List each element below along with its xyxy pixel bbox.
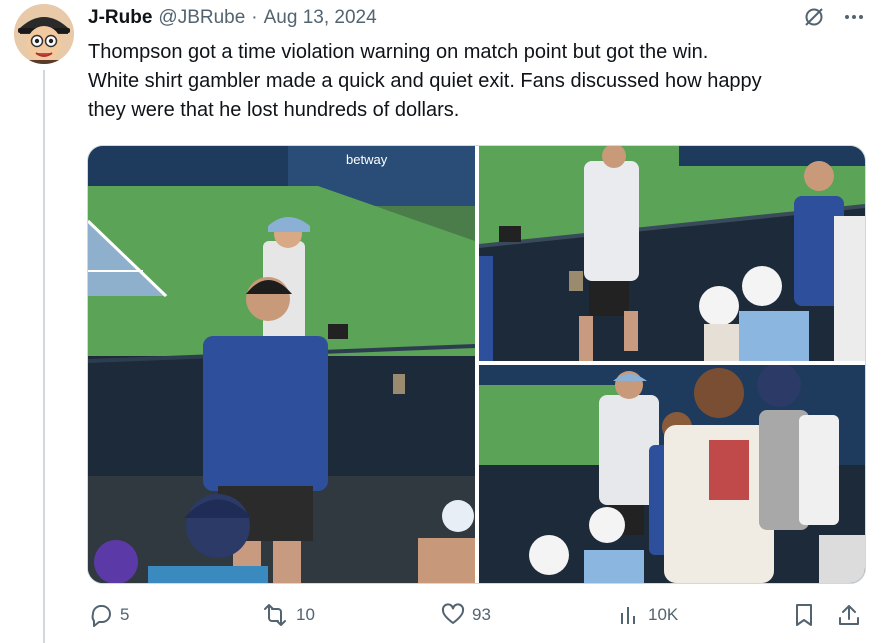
tweet-text-line: White shirt gambler made a quick and qui… (88, 70, 762, 92)
avatar[interactable] (14, 4, 74, 64)
reply-button[interactable]: 5 (88, 600, 129, 630)
header-separator: · (251, 7, 258, 28)
reply-icon (88, 602, 114, 628)
tweet-text: Thompson got a time violation warning on… (88, 38, 878, 125)
tennis-photo-1[interactable]: betway (88, 146, 475, 583)
views-icon (618, 602, 642, 628)
share-icon (837, 602, 861, 628)
tennis-photo-3[interactable] (479, 365, 865, 583)
action-bar: 5 10 93 10K (88, 600, 864, 630)
thread-line (43, 70, 45, 643)
like-button[interactable]: 93 (440, 600, 491, 630)
sponsor-banner: betway (346, 152, 388, 167)
tweet-date[interactable]: Aug 13, 2024 (264, 7, 377, 29)
media-grid: betway (87, 145, 866, 584)
author-handle[interactable]: @JBRube (158, 7, 245, 29)
top-icons (803, 6, 865, 33)
avatar-image (14, 4, 74, 64)
bookmark-icon (792, 602, 816, 628)
tweet-text-line: they were that he lost hundreds of dolla… (88, 99, 460, 121)
tweet-text-line: Thompson got a time violation warning on… (88, 41, 709, 63)
repost-count: 10 (296, 605, 315, 624)
views-button[interactable]: 10K (618, 600, 678, 630)
more-icon[interactable] (843, 6, 865, 33)
tweet-header: J-Rube @JBRube · Aug 13, 2024 (88, 6, 377, 30)
reply-count: 5 (120, 605, 130, 624)
like-count: 93 (472, 605, 491, 624)
views-count: 10K (648, 605, 679, 624)
repost-button[interactable]: 10 (260, 600, 315, 630)
like-icon (440, 602, 466, 628)
author-name[interactable]: J-Rube (88, 7, 152, 29)
repost-icon (260, 602, 290, 628)
grok-icon[interactable] (803, 6, 825, 33)
share-button[interactable] (837, 600, 861, 630)
tennis-photo-2[interactable] (479, 146, 865, 361)
bookmark-button[interactable] (792, 600, 816, 630)
